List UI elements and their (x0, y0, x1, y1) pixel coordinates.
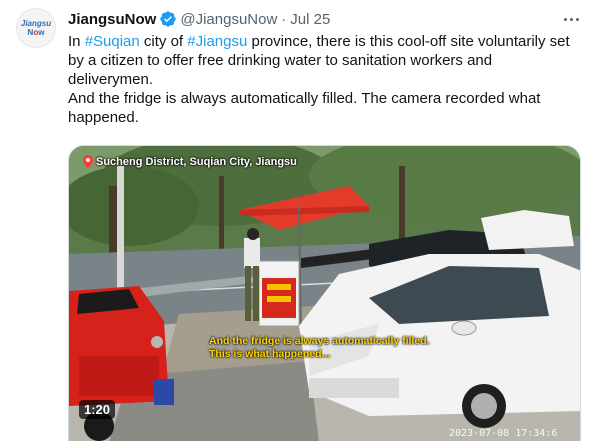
avatar-logo-line2: Now (28, 28, 45, 37)
verified-badge-icon (160, 11, 177, 27)
video-location-overlay: Sucheng District, Suqian City, Jiangsu (83, 155, 297, 168)
tweet-header: JiangsuNow @JiangsuNow · Jul 25 (68, 9, 330, 29)
video-subtitle-line2: This is what happened... (209, 348, 331, 360)
more-options-icon[interactable] (561, 10, 581, 28)
hashtag-link[interactable]: #Jiangsu (187, 33, 247, 50)
separator-dot: · (281, 10, 287, 28)
tweet-text-segment: city of (139, 33, 188, 50)
tweet-paragraph-2: And the fridge is always automatically f… (68, 90, 541, 126)
video-camera-timestamp: 2023-07-08 17:34:6 (449, 428, 558, 439)
video-duration-badge: 1:20 (79, 400, 116, 419)
video-player[interactable]: Sucheng District, Suqian City, Jiangsu A… (68, 145, 581, 441)
video-subtitle-line1: And the fridge is always automatically f… (209, 335, 430, 347)
tweet-paragraph-1: In #Suqian city of #Jiangsu province, th… (68, 32, 580, 89)
avatar-logo-line1: Jiangsu (20, 19, 52, 28)
video-subtitle: And the fridge is always automatically f… (209, 335, 430, 361)
tweet-text: In #Suqian city of #Jiangsu province, th… (68, 32, 580, 127)
hashtag-link[interactable]: #Suqian (85, 33, 140, 50)
video-location-text: Sucheng District, Suqian City, Jiangsu (96, 155, 297, 168)
avatar[interactable]: Jiangsu Now (16, 8, 56, 48)
video-frame (69, 146, 580, 441)
post-date[interactable]: Jul 25 (290, 11, 330, 28)
tweet-text-segment: In (68, 33, 85, 50)
location-pin-icon (83, 155, 93, 168)
avatar-logo-letter: w (38, 28, 45, 37)
handle[interactable]: @JiangsuNow (180, 11, 277, 28)
display-name[interactable]: JiangsuNow (68, 11, 156, 28)
